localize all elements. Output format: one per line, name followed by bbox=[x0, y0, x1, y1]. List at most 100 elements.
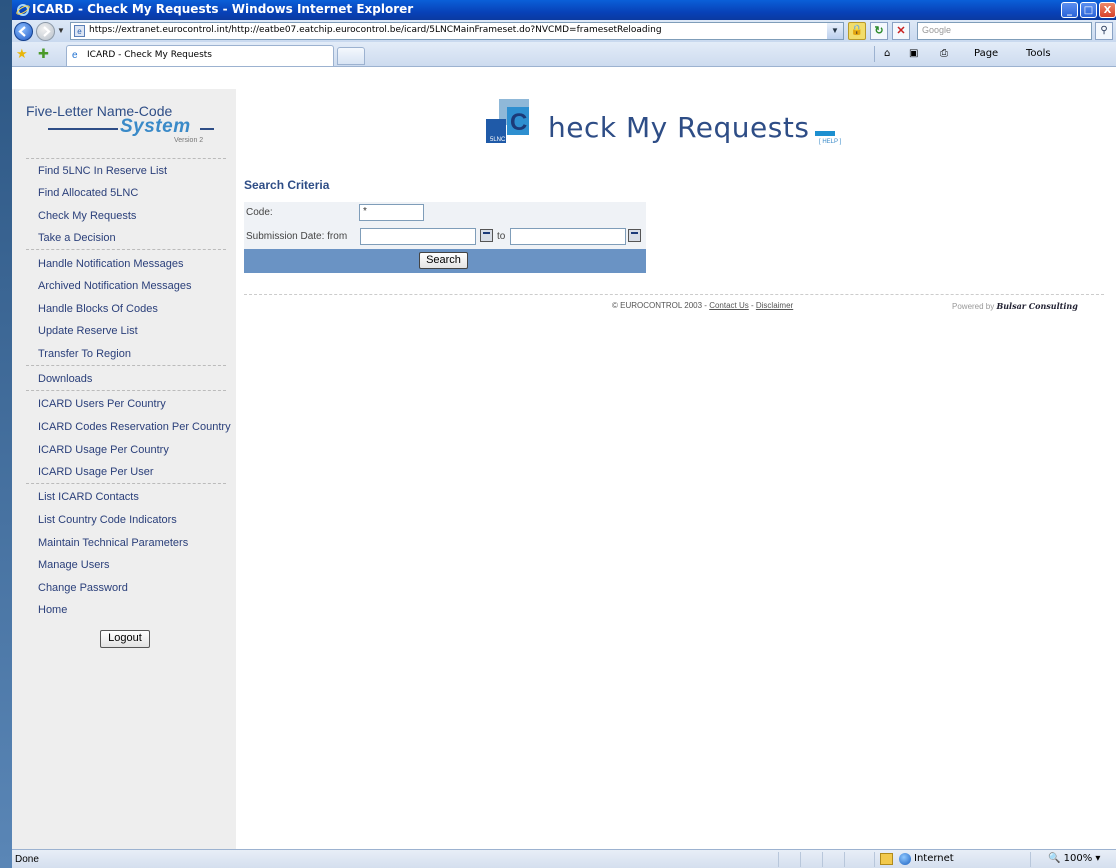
page-title: heck My Requests bbox=[548, 111, 810, 144]
date-to-label: to bbox=[497, 231, 506, 242]
page-icon: e bbox=[74, 25, 85, 37]
logout-button[interactable]: Logout bbox=[100, 630, 150, 648]
status-cell bbox=[822, 852, 823, 867]
powered-by-label: Powered by bbox=[952, 302, 997, 311]
status-cell bbox=[778, 852, 779, 867]
nav-update-reserve[interactable]: Update Reserve List bbox=[38, 325, 138, 337]
nav-take-decision[interactable]: Take a Decision bbox=[38, 232, 116, 244]
feeds-icon[interactable]: ▣ bbox=[909, 48, 918, 59]
tab-bar: ★ ✚ e ICARD - Check My Requests ⌂ ▣ ⎙ Pa… bbox=[12, 42, 1116, 67]
nav-find-reserve[interactable]: Find 5LNC In Reserve List bbox=[38, 165, 167, 177]
zoom-value: 100% bbox=[1063, 853, 1093, 864]
tools-menu[interactable]: Tools bbox=[1026, 48, 1051, 59]
logo-rule-right bbox=[200, 128, 214, 130]
favorites-star-icon[interactable]: ★ bbox=[16, 46, 28, 62]
date-from-label: Submission Date: from bbox=[246, 231, 348, 242]
nav-usage-per-country[interactable]: ICARD Usage Per Country bbox=[38, 444, 169, 456]
nav-country-code-indicators[interactable]: List Country Code Indicators bbox=[38, 514, 177, 526]
status-cell bbox=[800, 852, 801, 867]
search-input[interactable]: Google bbox=[917, 22, 1092, 40]
page-menu[interactable]: Page bbox=[974, 48, 998, 59]
status-cell bbox=[874, 852, 875, 867]
lock-icon[interactable]: 🔒 bbox=[848, 22, 866, 40]
desktop-edge bbox=[0, 0, 12, 868]
forward-arrow-icon bbox=[43, 26, 51, 37]
address-bar: ▼ e https://extranet.eurocontrol.int/htt… bbox=[12, 20, 1116, 42]
powered-by: Powered by Bulsar Consulting bbox=[952, 301, 1078, 311]
close-button[interactable]: X bbox=[1099, 2, 1116, 18]
company-logo-text: Bulsar Consulting bbox=[996, 301, 1078, 311]
internet-zone-icon bbox=[899, 853, 911, 865]
nav-usage-per-user[interactable]: ICARD Usage Per User bbox=[38, 466, 154, 478]
tab-check-my-requests[interactable]: e ICARD - Check My Requests bbox=[66, 45, 334, 66]
nav-list-contacts[interactable]: List ICARD Contacts bbox=[38, 491, 139, 503]
nav-archived-notifications[interactable]: Archived Notification Messages bbox=[38, 280, 191, 292]
footer-copyright: © EUROCONTROL 2003 - Contact Us - Discla… bbox=[612, 301, 793, 310]
history-dropdown-icon[interactable]: ▼ bbox=[57, 26, 65, 35]
nav-downloads[interactable]: Downloads bbox=[38, 373, 92, 385]
protected-mode-icon[interactable] bbox=[880, 853, 893, 865]
calendar-from-icon[interactable] bbox=[480, 229, 493, 242]
back-arrow-icon bbox=[18, 26, 26, 37]
forward-button[interactable] bbox=[36, 22, 55, 41]
copyright-text: © EUROCONTROL 2003 - bbox=[612, 301, 710, 310]
ie-page-icon: e bbox=[72, 50, 78, 61]
address-input[interactable]: e https://extranet.eurocontrol.int/http:… bbox=[70, 22, 844, 40]
nav-users-per-country[interactable]: ICARD Users Per Country bbox=[38, 398, 166, 410]
footer-dash: - bbox=[748, 301, 756, 310]
nav-divider bbox=[26, 158, 226, 159]
search-icon[interactable]: ⚲ bbox=[1095, 22, 1113, 40]
stop-icon[interactable]: ✕ bbox=[892, 22, 910, 40]
search-criteria-title: Search Criteria bbox=[244, 178, 330, 192]
code-row: Code: * bbox=[244, 202, 646, 225]
sidebar: Five-Letter Name-Code System Version 2 F… bbox=[12, 89, 236, 849]
main-panel: 5LNC C heck My Requests [ HELP ] Search … bbox=[236, 89, 1116, 849]
logo-initial: C bbox=[510, 109, 527, 136]
nav-technical-parameters[interactable]: Maintain Technical Parameters bbox=[38, 537, 188, 549]
zoom-level[interactable]: 🔍 100% ▾ bbox=[1048, 853, 1100, 864]
window-title: ICARD - Check My Requests - Windows Inte… bbox=[32, 2, 414, 16]
nav-divider bbox=[26, 365, 226, 366]
add-favorites-icon[interactable]: ✚ bbox=[38, 46, 49, 62]
search-button-row: Search bbox=[244, 249, 646, 273]
back-button[interactable] bbox=[14, 22, 33, 41]
nav-transfer-region[interactable]: Transfer To Region bbox=[38, 348, 131, 360]
code-input[interactable]: * bbox=[359, 204, 424, 221]
nav-codes-reservation[interactable]: ICARD Codes Reservation Per Country bbox=[38, 421, 231, 433]
date-to-input[interactable] bbox=[510, 228, 626, 245]
nav-handle-notifications[interactable]: Handle Notification Messages bbox=[38, 258, 184, 270]
nav-divider bbox=[26, 390, 226, 391]
nav-divider bbox=[26, 249, 226, 250]
ie-logo-icon bbox=[16, 4, 30, 16]
logo-version: Version 2 bbox=[174, 137, 204, 144]
command-separator bbox=[874, 46, 875, 62]
logo-line2: System bbox=[120, 116, 191, 137]
help-link[interactable]: [ HELP ] bbox=[819, 139, 841, 145]
refresh-icon[interactable]: ↻ bbox=[870, 22, 888, 40]
nav-check-my-requests[interactable]: Check My Requests bbox=[38, 210, 136, 222]
contact-us-link[interactable]: Contact Us bbox=[709, 301, 749, 310]
title-bar: ICARD - Check My Requests - Windows Inte… bbox=[12, 0, 1116, 20]
disclaimer-link[interactable]: Disclaimer bbox=[756, 301, 793, 310]
new-tab-button[interactable] bbox=[337, 47, 365, 65]
logo-badge-text: 5LNC bbox=[490, 137, 506, 143]
calendar-to-icon[interactable] bbox=[628, 229, 641, 242]
print-icon[interactable]: ⎙ bbox=[940, 48, 948, 59]
search-button[interactable]: Search bbox=[419, 252, 468, 269]
footer: © EUROCONTROL 2003 - Contact Us - Discla… bbox=[236, 301, 1116, 315]
address-dropdown-icon[interactable]: ▼ bbox=[827, 23, 843, 39]
nav-change-password[interactable]: Change Password bbox=[38, 582, 128, 594]
nav-manage-users[interactable]: Manage Users bbox=[38, 559, 110, 571]
page-content: Five-Letter Name-Code System Version 2 F… bbox=[12, 89, 1116, 849]
nav-handle-blocks[interactable]: Handle Blocks Of Codes bbox=[38, 303, 158, 315]
nav-home[interactable]: Home bbox=[38, 604, 67, 616]
nav-find-allocated[interactable]: Find Allocated 5LNC bbox=[38, 187, 138, 199]
nav-divider bbox=[26, 483, 226, 484]
minimize-button[interactable]: _ bbox=[1061, 2, 1078, 18]
maximize-button[interactable]: □ bbox=[1080, 2, 1097, 18]
search-placeholder: Google bbox=[922, 25, 952, 35]
search-form: Code: * Submission Date: from to Search bbox=[244, 202, 646, 273]
check-requests-logo-icon: 5LNC C bbox=[486, 99, 529, 143]
home-icon[interactable]: ⌂ bbox=[884, 48, 890, 59]
date-from-input[interactable] bbox=[360, 228, 476, 245]
